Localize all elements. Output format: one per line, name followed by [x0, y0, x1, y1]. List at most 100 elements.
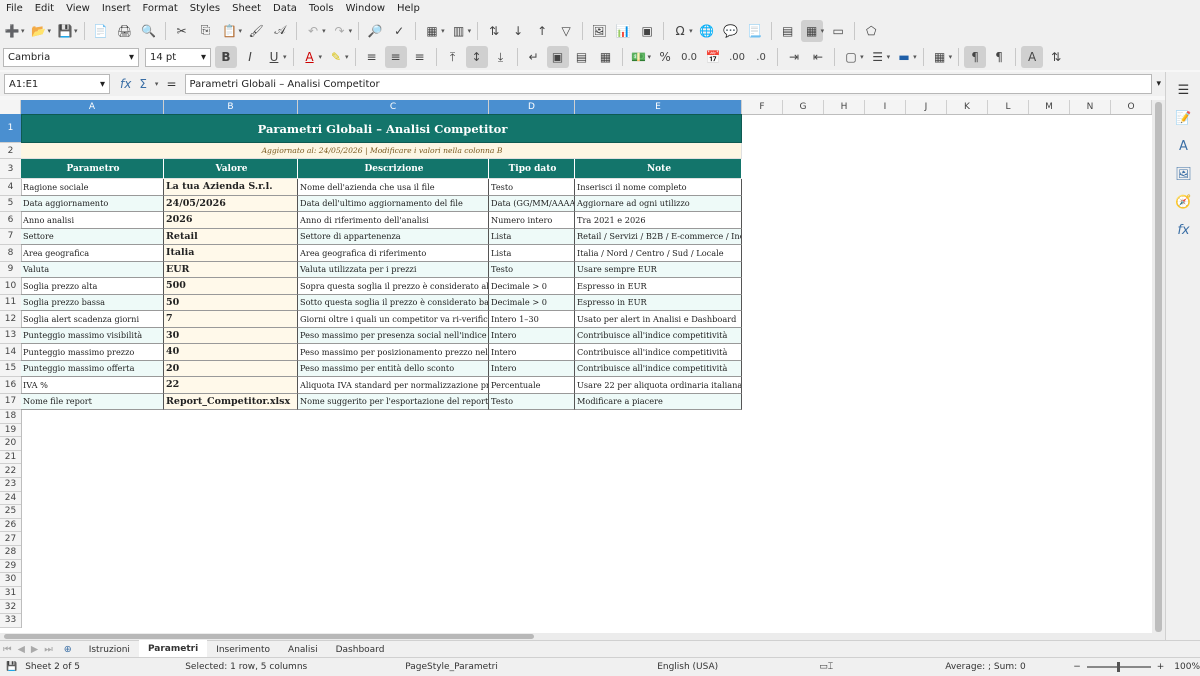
- last-sheet-icon[interactable]: ⏭: [41, 644, 56, 655]
- table-cell[interactable]: Nome suggerito per l'esportazione del re…: [298, 393, 489, 410]
- column-header[interactable]: N: [1070, 100, 1111, 114]
- table-cell[interactable]: Punteggio massimo visibilità: [21, 327, 164, 344]
- autofilter-icon[interactable]: ▽: [555, 20, 577, 42]
- row-header[interactable]: 17: [0, 394, 21, 410]
- table-cell[interactable]: Percentuale: [489, 377, 575, 394]
- align-top-icon[interactable]: ⤒: [442, 46, 464, 68]
- merge-center-icon[interactable]: ▣: [546, 46, 569, 68]
- column-header[interactable]: J: [906, 100, 947, 114]
- table-cell[interactable]: Anno analisi: [21, 212, 164, 229]
- merge-cells-icon[interactable]: ▤: [571, 46, 593, 68]
- row-header[interactable]: 27: [0, 532, 21, 546]
- column-header[interactable]: D: [489, 100, 575, 114]
- table-cell[interactable]: Italia / Nord / Centro / Sud / Locale: [575, 245, 742, 262]
- spreadsheet-grid[interactable]: A B C D E F G H I J K L M N O 1234567891…: [0, 100, 1152, 633]
- define-print-area-icon[interactable]: ▤: [777, 20, 799, 42]
- first-sheet-icon[interactable]: ⏮: [0, 644, 15, 655]
- table-cell[interactable]: Nome dell'azienda che usa il file: [298, 179, 489, 196]
- align-center-icon[interactable]: ≡: [384, 46, 407, 68]
- page-style[interactable]: PageStyle_Parametri: [405, 662, 657, 672]
- table-cell[interactable]: Soglia alert scadenza giorni: [21, 311, 164, 328]
- tab-inserimento[interactable]: Inserimento: [207, 641, 279, 658]
- table-cell[interactable]: Settore di appartenenza: [298, 228, 489, 245]
- table-cell[interactable]: Tra 2021 e 2026: [575, 212, 742, 229]
- font-color-icon[interactable]: A: [299, 46, 321, 68]
- percent-format-icon[interactable]: %: [654, 46, 676, 68]
- vertical-scrollbar[interactable]: [1152, 100, 1165, 640]
- align-left-icon[interactable]: ≡: [361, 46, 383, 68]
- column-header[interactable]: C: [298, 100, 489, 114]
- table-cell[interactable]: Area geografica di riferimento: [298, 245, 489, 262]
- sort-ascending-icon[interactable]: ↓: [507, 20, 529, 42]
- table-cell[interactable]: Peso massimo per presenza social nell'in…: [298, 327, 489, 344]
- row-header[interactable]: 31: [0, 587, 21, 601]
- table-cell[interactable]: La tua Azienda S.r.l.: [164, 179, 298, 196]
- menu-format[interactable]: Format: [137, 3, 184, 14]
- table-cell[interactable]: Aliquota IVA standard per normalizzazion…: [298, 377, 489, 394]
- table-cell[interactable]: Retail / Servizi / B2B / E-commerce / In…: [575, 228, 742, 245]
- table-cell[interactable]: Nome file report: [21, 393, 164, 410]
- zoom-slider[interactable]: [1086, 662, 1151, 672]
- table-cell[interactable]: Italia: [164, 245, 298, 262]
- show-draw-functions-icon[interactable]: ⬠: [860, 20, 882, 42]
- borders-icon[interactable]: ▢: [840, 46, 862, 68]
- comment-icon[interactable]: 💬: [720, 20, 742, 42]
- italic-icon[interactable]: I: [239, 46, 261, 68]
- copy-icon[interactable]: ⎘: [195, 20, 217, 42]
- table-cell[interactable]: Usato per alert in Analisi e Dashboard: [575, 311, 742, 328]
- select-all-corner[interactable]: [0, 100, 21, 114]
- gallery-icon[interactable]: 🖼: [1174, 164, 1194, 184]
- menu-view[interactable]: View: [60, 3, 96, 14]
- language-status[interactable]: English (USA): [657, 662, 819, 672]
- table-cell[interactable]: Data aggiornamento: [21, 195, 164, 212]
- increase-indent-icon[interactable]: ⇥: [783, 46, 805, 68]
- row-header[interactable]: 9: [0, 262, 21, 278]
- menu-styles[interactable]: Styles: [184, 3, 226, 14]
- row-header[interactable]: 32: [0, 600, 21, 614]
- text-horizontal-icon[interactable]: A: [1021, 46, 1044, 68]
- clone-formatting-icon[interactable]: 🖌: [245, 20, 267, 42]
- table-cell[interactable]: Data dell'ultimo aggiornamento del file: [298, 195, 489, 212]
- new-icon[interactable]: ➕: [1, 20, 23, 42]
- cut-icon[interactable]: ✂: [171, 20, 193, 42]
- tab-analisi[interactable]: Analisi: [279, 641, 327, 658]
- row-header[interactable]: 8: [0, 245, 21, 262]
- chevron-down-icon[interactable]: ▾: [201, 52, 206, 63]
- table-cell[interactable]: Punteggio massimo offerta: [21, 360, 164, 377]
- table-cell[interactable]: Anno di riferimento dell'analisi: [298, 212, 489, 229]
- zoom-out-icon[interactable]: −: [1073, 662, 1081, 672]
- image-icon[interactable]: 🖼: [588, 20, 610, 42]
- wrap-text-icon[interactable]: ↵: [523, 46, 545, 68]
- print-preview-icon[interactable]: 🔍: [138, 20, 160, 42]
- formula-equals-icon[interactable]: =: [166, 77, 176, 91]
- chart-icon[interactable]: 📊: [612, 20, 634, 42]
- chevron-down-icon[interactable]: ▾: [129, 52, 134, 63]
- row-header[interactable]: 11: [0, 295, 21, 311]
- navigator-icon[interactable]: 🧭: [1174, 192, 1194, 212]
- align-right-icon[interactable]: ≡: [409, 46, 431, 68]
- currency-format-icon[interactable]: 💵: [628, 46, 650, 68]
- row-header[interactable]: 19: [0, 424, 21, 438]
- subtitle-cell[interactable]: Aggiornato al: 24/05/2026 | Modificare i…: [21, 143, 742, 159]
- table-cell[interactable]: 24/05/2026: [164, 195, 298, 212]
- table-cell[interactable]: Modificare a piacere: [575, 393, 742, 410]
- column-header[interactable]: E: [575, 100, 742, 114]
- print-icon[interactable]: 🖨: [114, 20, 136, 42]
- table-cell[interactable]: Sopra questa soglia il prezzo è consider…: [298, 278, 489, 295]
- table-cell[interactable]: Settore: [21, 228, 164, 245]
- special-character-icon[interactable]: Ω: [669, 20, 691, 42]
- horizontal-scrollbar[interactable]: [0, 633, 1152, 640]
- open-icon[interactable]: 📂: [28, 20, 50, 42]
- table-cell[interactable]: Intero 1–30: [489, 311, 575, 328]
- row-header[interactable]: 21: [0, 451, 21, 465]
- menu-edit[interactable]: Edit: [29, 3, 60, 14]
- table-cell[interactable]: EUR: [164, 261, 298, 278]
- table-cell[interactable]: Valuta utilizzata per i prezzi: [298, 261, 489, 278]
- font-name-box[interactable]: Cambria ▾: [3, 47, 139, 67]
- undo-icon[interactable]: ↶: [302, 20, 324, 42]
- title-cell[interactable]: Parametri Globali – Analisi Competitor: [21, 114, 742, 143]
- tab-istruzioni[interactable]: Istruzioni: [80, 641, 139, 658]
- row-header[interactable]: 15: [0, 361, 21, 377]
- table-cell[interactable]: Numero intero: [489, 212, 575, 229]
- bold-icon[interactable]: B: [215, 46, 237, 68]
